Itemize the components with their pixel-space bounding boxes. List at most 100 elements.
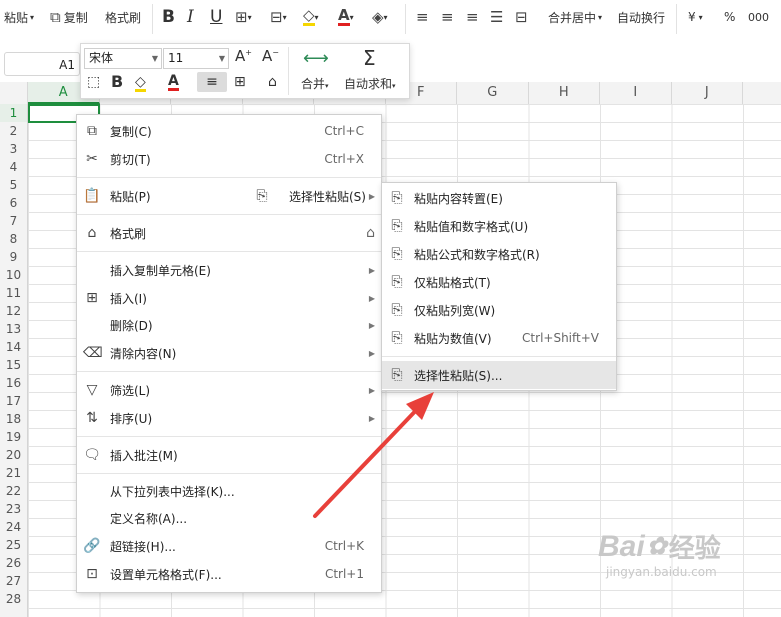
row-header-8[interactable]: 8	[0, 230, 27, 248]
menu-item-clear-contents[interactable]: ⌫ 清除内容(N) ▶	[77, 339, 381, 367]
border-icon[interactable]: ⊞	[234, 75, 246, 89]
menu-item-insert-copied-cells[interactable]: 插入复制单元格(E) ▶	[77, 256, 381, 284]
align-left-button[interactable]: ≡	[416, 6, 429, 28]
row-header-21[interactable]: 21	[0, 464, 27, 482]
row-header-18[interactable]: 18	[0, 410, 27, 428]
menu-label: 定义名称(A)...	[110, 511, 188, 526]
paste-as-values-icon: ⎘	[391, 330, 403, 346]
row-header-11[interactable]: 11	[0, 284, 27, 302]
justify-button[interactable]: ☰	[490, 6, 503, 28]
row-header-6[interactable]: 6	[0, 194, 27, 212]
paste-button[interactable]: 粘贴 ▾	[4, 6, 34, 28]
row-header-23[interactable]: 23	[0, 500, 27, 518]
menu-item-copy[interactable]: ⧉ 复制(C) Ctrl+C	[77, 117, 381, 145]
merge-icon[interactable]: ⟷	[303, 50, 329, 68]
underline-button[interactable]: U	[210, 6, 222, 28]
ribbon-toolbar: 粘贴 ▾ ⧉ 复制 格式刷 B I U ⊞ ▾ ⊟ ▾ ◇ ▾ A ▾ ◈ ▾ ≡ ≡ ≡ ☰…	[0, 0, 781, 43]
merge-button[interactable]: 合并▾	[301, 78, 329, 90]
cell-select-icon[interactable]: ⬚	[87, 75, 100, 89]
chevron-down-icon: ▾	[314, 12, 319, 22]
menu-item-delete[interactable]: 删除(D) ▶	[77, 311, 381, 339]
menu-label: 粘贴内容转置(E)	[414, 191, 503, 206]
border-button[interactable]: ⊞ ▾	[235, 6, 252, 28]
percent-button[interactable]: %	[724, 6, 735, 28]
row-header-4[interactable]: 4	[0, 158, 27, 176]
menu-item-format-cells[interactable]: ⊡ 设置单元格格式(F)... Ctrl+1	[77, 560, 381, 588]
row-header-22[interactable]: 22	[0, 482, 27, 500]
decrease-font-icon[interactable]: A−	[262, 49, 279, 64]
name-box[interactable]: A1	[4, 52, 80, 76]
chevron-down-icon: ▾	[30, 12, 35, 22]
clear-format-button[interactable]: ◈ ▾	[372, 6, 388, 28]
row-header-25[interactable]: 25	[0, 536, 27, 554]
row-header-24[interactable]: 24	[0, 518, 27, 536]
row-header-20[interactable]: 20	[0, 446, 27, 464]
menu-item-cut[interactable]: ✂ 剪切(T) Ctrl+X	[77, 145, 381, 173]
fill-color-icon[interactable]: ◇	[135, 75, 146, 92]
row-header-10[interactable]: 10	[0, 266, 27, 284]
column-header-h[interactable]: H	[529, 82, 600, 104]
row-header-7[interactable]: 7	[0, 212, 27, 230]
column-header-g[interactable]: G	[457, 82, 529, 104]
copy-button[interactable]: ⧉ 复制	[50, 6, 88, 28]
italic-button[interactable]: I	[187, 6, 194, 28]
row-header-27[interactable]: 27	[0, 572, 27, 590]
row-header-3[interactable]: 3	[0, 140, 27, 158]
submenu-item-paste-as-values[interactable]: ⎘ 粘贴为数值(V) Ctrl+Shift+V	[382, 324, 616, 352]
select-all-corner[interactable]	[0, 82, 28, 104]
align-center-button[interactable]: ≡	[441, 6, 454, 28]
currency-button[interactable]: ¥ ▾	[688, 6, 703, 28]
row-header-28[interactable]: 28	[0, 590, 27, 608]
submenu-item-values-number-formats[interactable]: ⎘ 粘贴值和数字格式(U)	[382, 212, 616, 240]
column-header-i[interactable]: I	[600, 82, 672, 104]
sum-icon[interactable]: Σ	[363, 48, 376, 68]
row-header-12[interactable]: 12	[0, 302, 27, 320]
row-header-17[interactable]: 17	[0, 392, 27, 410]
column-header-j[interactable]: J	[672, 82, 743, 104]
row-header-2[interactable]: 2	[0, 122, 27, 140]
row-header-26[interactable]: 26	[0, 554, 27, 572]
merge-center-button[interactable]: 合并居中 ▾	[548, 6, 602, 28]
menu-label: 选择性粘贴(S)	[289, 189, 366, 204]
cell-style-button[interactable]: ⊟ ▾	[270, 6, 287, 28]
paste-values-icon: ⎘	[391, 218, 403, 234]
font-color-button[interactable]: A ▾	[338, 6, 354, 28]
row-header-14[interactable]: 14	[0, 338, 27, 356]
watermark-cn: 经验	[668, 533, 721, 563]
menu-label: 排序(U)	[110, 411, 153, 426]
font-color-icon[interactable]: A	[168, 74, 179, 91]
row-header-15[interactable]: 15	[0, 356, 27, 374]
row-header-19[interactable]: 19	[0, 428, 27, 446]
bold-button[interactable]: B	[162, 6, 175, 28]
menu-item-hyperlink[interactable]: 🔗 超链接(H)... Ctrl+K	[77, 532, 381, 560]
align-center-button[interactable]: ≡	[197, 72, 227, 92]
row-header-1[interactable]: 1	[0, 104, 27, 122]
menu-item-format-painter[interactable]: ⌂ 格式刷 ⌂	[77, 219, 381, 247]
format-painter-button[interactable]: 格式刷	[105, 6, 141, 28]
submenu-item-formats-only[interactable]: ⎘ 仅粘贴格式(T)	[382, 268, 616, 296]
paste-formulas-icon: ⎘	[391, 246, 403, 262]
autosum-button[interactable]: 自动求和▾	[344, 78, 396, 90]
bold-button[interactable]: B	[111, 74, 123, 90]
row-header-13[interactable]: 13	[0, 320, 27, 338]
font-size-select[interactable]: 11 ▼	[163, 48, 229, 69]
submenu-item-formulas-number-formats[interactable]: ⎘ 粘贴公式和数字格式(R)	[382, 240, 616, 268]
distribute-button[interactable]: ⊟	[515, 6, 528, 28]
submenu-item-transpose[interactable]: ⎘ 粘贴内容转置(E)	[382, 184, 616, 212]
wrap-text-button[interactable]: 自动换行	[617, 6, 665, 28]
format-painter-multi-icon[interactable]: ⌂	[366, 225, 375, 241]
submenu-item-column-widths[interactable]: ⎘ 仅粘贴列宽(W)	[382, 296, 616, 324]
font-name-select[interactable]: 宋体 ▼	[84, 48, 162, 69]
align-right-button[interactable]: ≡	[466, 6, 479, 28]
row-header-16[interactable]: 16	[0, 374, 27, 392]
row-header-5[interactable]: 5	[0, 176, 27, 194]
thousand-separator-button[interactable]: 000	[748, 6, 769, 28]
menu-item-paste[interactable]: 📋 粘贴(P)	[77, 182, 245, 210]
menu-item-paste-special[interactable]: ⎘ 选择性粘贴(S) ▶	[245, 182, 381, 210]
row-header-9[interactable]: 9	[0, 248, 27, 266]
menu-separator	[382, 356, 616, 357]
format-painter-icon[interactable]: ⌂	[268, 75, 277, 89]
increase-font-icon[interactable]: A+	[235, 49, 252, 64]
fill-color-button[interactable]: ◇ ▾	[303, 6, 319, 28]
menu-item-insert[interactable]: ⊞ 插入(I) ▶	[77, 284, 381, 312]
